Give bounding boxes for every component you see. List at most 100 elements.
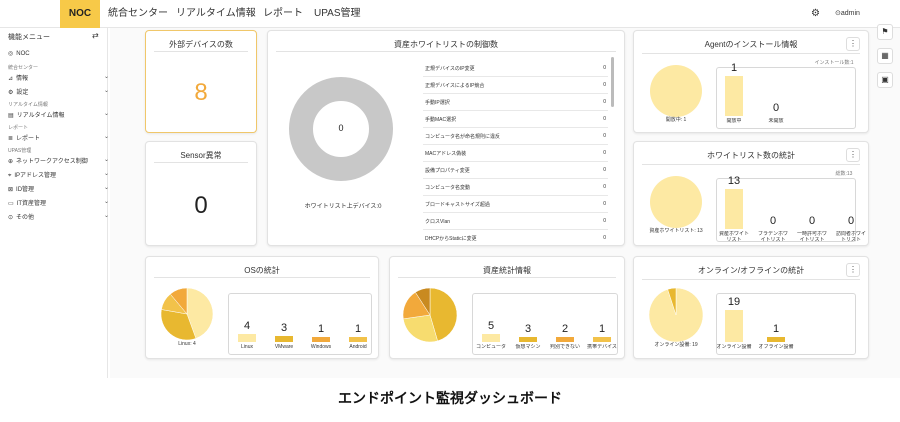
sidebar-item[interactable]: ≣ レポート ⌄ [8,133,116,144]
row-divider [423,161,608,162]
sidebar-item[interactable]: ⊠ ID管理 ⌄ [8,184,116,195]
toolbox-icon[interactable]: ▣ [877,72,893,88]
sidebar-item[interactable]: ◎ NOC [8,50,116,61]
bar-label: VMware [274,344,294,350]
row-divider [423,76,608,77]
rule-label: MACアドレス偽装 [425,151,467,157]
more-menu-icon[interactable]: ⋮ [846,148,860,162]
sidebar-item[interactable]: ⊕ ネットワークアクセス制御 ⌄ [8,156,116,167]
report-icon: ≣ [8,136,14,142]
row-divider [423,144,608,145]
sidebar-item[interactable]: ⌖ IPアドレス管理 ⌄ [8,170,116,181]
sidebar-section-label: 統合センター [8,65,39,71]
scrollbar[interactable] [611,57,614,107]
sensor-error-card[interactable]: Sensor異常 0 [145,141,257,246]
divider [642,279,860,280]
tab-report[interactable]: レポート [263,0,303,28]
rule-count: 0 [603,65,606,71]
sidebar-item-label: その他 [16,215,35,221]
layout-icon[interactable]: ▦ [877,48,893,64]
rule-label: ブロードキャストサイズ超過 [425,202,490,208]
pie-label: 開放中: 1 [665,117,687,123]
chevron-down-icon: ⌄ [104,111,110,117]
calendar-icon: ▤ [8,113,14,119]
bar-label: 携帯デバイス [587,344,617,350]
sidebar-item[interactable]: ⊙ その他 ⌄ [8,212,116,223]
whitelist-control-card: 資産ホワイトリストの制御数 0 ホワイトリスト上デバイス:0 正規デバイスのIP… [267,30,625,246]
row-divider [423,110,608,111]
whitelist-device-count: ホワイトリスト上デバイス:0 [304,204,382,210]
bar-value: 3 [524,323,532,335]
pie-label: Linux: 4 [178,341,196,347]
bar-value: 1 [730,62,738,74]
bar-label: ブラデンホワイトリスト [757,231,788,243]
sidebar-item-label: 設定 [16,90,29,96]
rule-label: コンピュータ名が命名規則に違反 [425,134,501,140]
rule-count: 0 [603,150,606,156]
bar [593,337,611,342]
bar-value: 1 [598,323,606,335]
divider [154,51,248,52]
divider [642,164,860,165]
id-icon: ⊠ [8,187,14,193]
sidebar-item-label: レポート [16,136,41,142]
tab-realtime-info[interactable]: リアルタイム情報 [176,0,256,28]
bar-value: 1 [317,323,325,335]
bar-label: 訪問者ホワイトリスト [835,231,866,243]
bar-value: 13 [727,175,741,187]
more-menu-icon[interactable]: ⋮ [846,37,860,51]
whitelist-stats-card: ホワイトリスト数の統計 ⋮ 総数:13 資産ホワイトリスト: 13 13 資産ホワ… [633,141,869,246]
rule-count: 0 [603,116,606,122]
card-title: オンライン/オフラインの統計 [697,266,805,275]
bar [725,189,743,229]
bar-label: オンライン設備 [716,344,752,350]
row-divider [423,127,608,128]
bar-value: 0 [772,102,780,114]
settings-gear-icon[interactable]: ⚙ [811,8,820,19]
agent-install-card: Agentのインストール情報 ⋮ インストール数:1 開放中: 1 1 開放中 0 未… [633,30,869,133]
external-devices-count: 8 [194,79,208,106]
whitelist-pie-chart [650,176,702,228]
sidebar-section-label: リアルタイム情報 [8,102,48,108]
agent-pie-chart [650,65,702,117]
collapse-icon[interactable]: ⇄ [92,31,104,40]
tab-noc[interactable]: NOC [60,0,100,28]
tag-icon: ⊿ [8,76,14,82]
chevron-down-icon: ⌄ [104,199,110,205]
pie-label: 資産ホワイトリスト: 13 [649,228,703,234]
bar-value: 1 [772,323,780,335]
bar-value: 4 [243,320,251,332]
sidebar-item[interactable]: ▭ IT資産管理 ⌄ [8,198,116,209]
tab-integration-center[interactable]: 統合センター [108,0,168,28]
bar-label: Linux [241,344,253,350]
user-name: admin [840,10,860,17]
bar [312,337,330,342]
chevron-down-icon: ⌄ [104,134,110,140]
bar-label: オフライン設備 [758,344,794,350]
sidebar-item[interactable]: ⚙ 設定 ⌄ [8,87,116,98]
rule-count: 0 [603,82,606,88]
sidebar-item-label: 情報 [16,76,29,82]
bar-value: 0 [808,215,816,227]
sidebar-item[interactable]: ▤ リアルタイム情報 ⌄ [8,110,116,121]
monitor-icon: ▭ [8,201,14,207]
more-menu-icon[interactable]: ⋮ [846,263,860,277]
gear-icon: ⚙ [8,90,14,96]
divider [154,162,248,163]
card-title: Sensor異常 [180,151,222,160]
bar [725,310,743,342]
bar-label: Windows [310,344,332,350]
sidebar-item-label: ネットワークアクセス制御 [16,159,88,165]
bar-label: 判別できない [549,344,580,350]
figure-caption: エンドポイント監視ダッシュボード [338,390,562,406]
sidebar-item[interactable]: ⊿ 情報 ⌄ [8,73,116,84]
bar [519,337,537,342]
bar [349,337,367,342]
bar-value: 0 [847,215,855,227]
row-divider [423,229,608,230]
external-devices-card[interactable]: 外部デバイスの数 8 [145,30,257,133]
tab-upas-management[interactable]: UPAS管理 [314,0,361,28]
dashboard-main: 外部デバイスの数 8 Sensor異常 0 資産ホワイトリストの制御数 0 ホワ… [110,28,900,378]
bookmark-icon[interactable]: ⚑ [877,24,893,40]
user-menu[interactable]: ⊙admin [835,8,860,19]
